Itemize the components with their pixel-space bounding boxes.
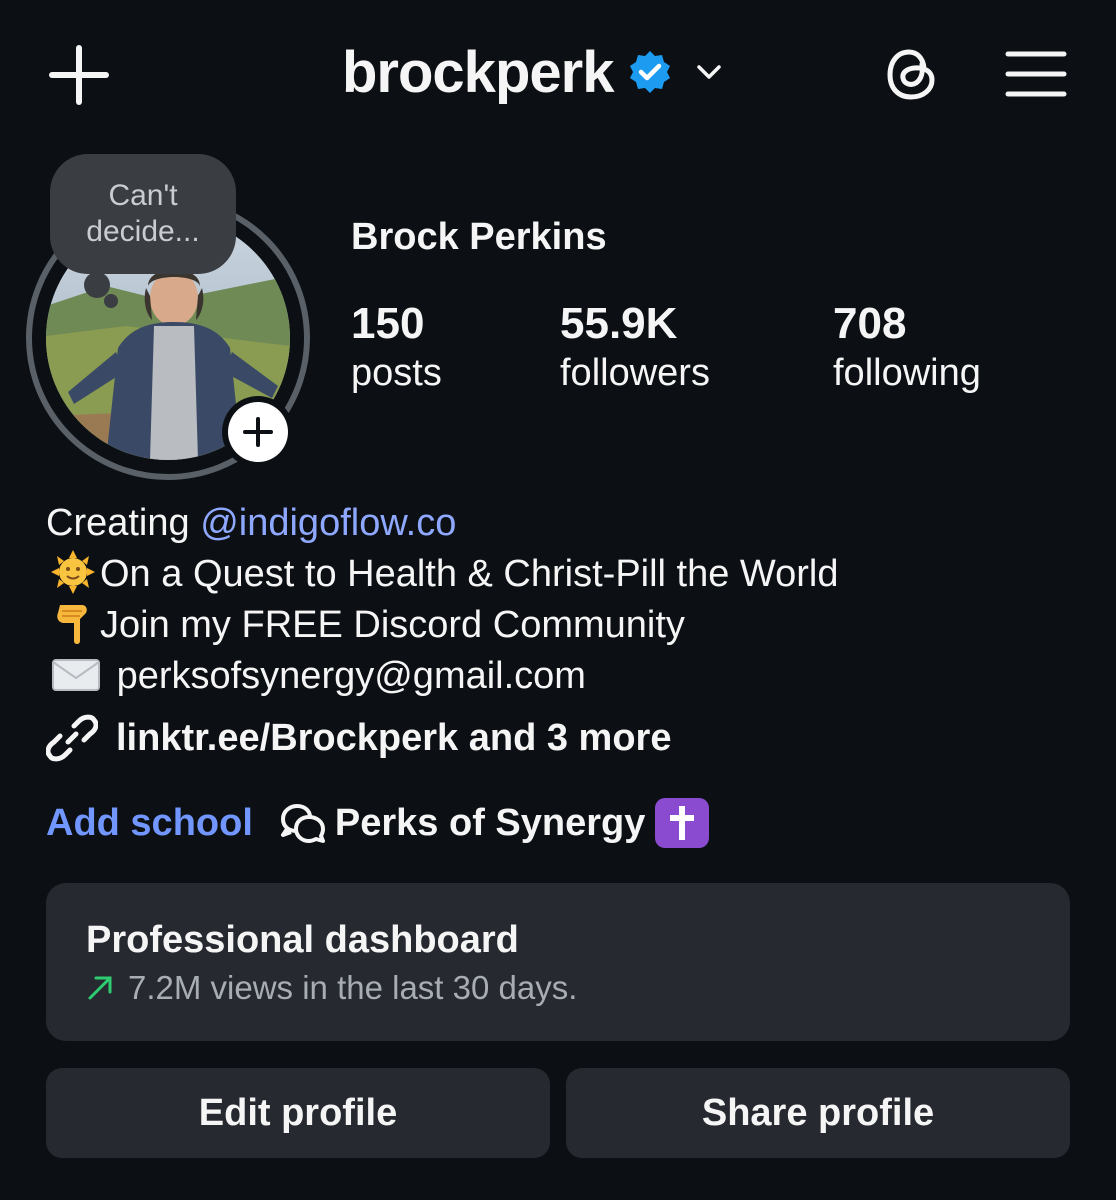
hamburger-menu-icon[interactable]	[1004, 44, 1068, 104]
edit-profile-button[interactable]: Edit profile	[46, 1068, 550, 1158]
sun-face-emoji-icon	[51, 550, 95, 594]
stat-following[interactable]: 708 following	[833, 298, 981, 396]
stat-posts[interactable]: 150 posts	[351, 298, 442, 396]
note-bubble-tail-small	[104, 294, 118, 308]
note-text: Can't decide...	[86, 179, 200, 248]
username: brockperk	[342, 39, 614, 105]
posts-count: 150	[351, 299, 425, 348]
latin-cross-emoji-icon	[655, 798, 710, 848]
community-link[interactable]: Perks of Synergy	[279, 798, 710, 848]
followers-label: followers	[560, 352, 710, 394]
trend-up-arrow-icon	[88, 976, 112, 1000]
link-text: linktr.ee/Brockperk and 3 more	[116, 716, 672, 759]
full-name: Brock Perkins	[351, 216, 607, 258]
pointing-down-emoji-icon	[57, 605, 87, 644]
following-label: following	[833, 352, 981, 394]
following-count: 708	[833, 299, 907, 348]
envelope-emoji-icon	[52, 659, 100, 691]
profile-page: brockperk Can't decide... Brock Perkins …	[0, 0, 1116, 1200]
add-story-button[interactable]	[222, 396, 294, 468]
dashboard-subtitle: 7.2M views in the last 30 days.	[86, 969, 577, 1007]
threads-icon[interactable]	[880, 42, 944, 106]
bio: Creating @indigoflow.co On a Quest to He…	[46, 498, 838, 702]
top-bar: brockperk	[0, 0, 1116, 150]
followers-count: 55.9K	[560, 299, 678, 348]
posts-label: posts	[351, 352, 442, 394]
external-link[interactable]: linktr.ee/Brockperk and 3 more	[46, 712, 671, 764]
account-switcher[interactable]: brockperk	[342, 36, 727, 108]
share-profile-button[interactable]: Share profile	[566, 1068, 1070, 1158]
bio-line-3: Join my FREE Discord Community	[46, 600, 838, 651]
community-name: Perks of Synergy	[334, 801, 646, 844]
dashboard-title: Professional dashboard	[86, 919, 519, 961]
link-icon	[46, 714, 98, 762]
note-bubble[interactable]: Can't decide...	[50, 154, 236, 274]
bio-line-1: Creating @indigoflow.co	[46, 502, 457, 544]
bio-line-2: On a Quest to Health & Christ-Pill the W…	[46, 549, 838, 600]
meta-row: Add school Perks of Synergy	[46, 798, 710, 848]
add-school-link[interactable]: Add school	[46, 802, 253, 845]
chevron-down-icon[interactable]	[691, 54, 727, 90]
create-plus-icon[interactable]	[48, 44, 110, 106]
verified-badge-icon	[630, 51, 671, 93]
bio-line-4: perksofsynergy@gmail.com	[46, 651, 838, 702]
stat-followers[interactable]: 55.9K followers	[560, 298, 710, 396]
chat-bubbles-icon	[280, 804, 325, 843]
professional-dashboard-card[interactable]: Professional dashboard 7.2M views in the…	[46, 883, 1070, 1041]
plus-icon	[243, 417, 273, 447]
mention-link[interactable]: @indigoflow.co	[200, 502, 456, 544]
note-bubble-tail	[84, 272, 110, 298]
